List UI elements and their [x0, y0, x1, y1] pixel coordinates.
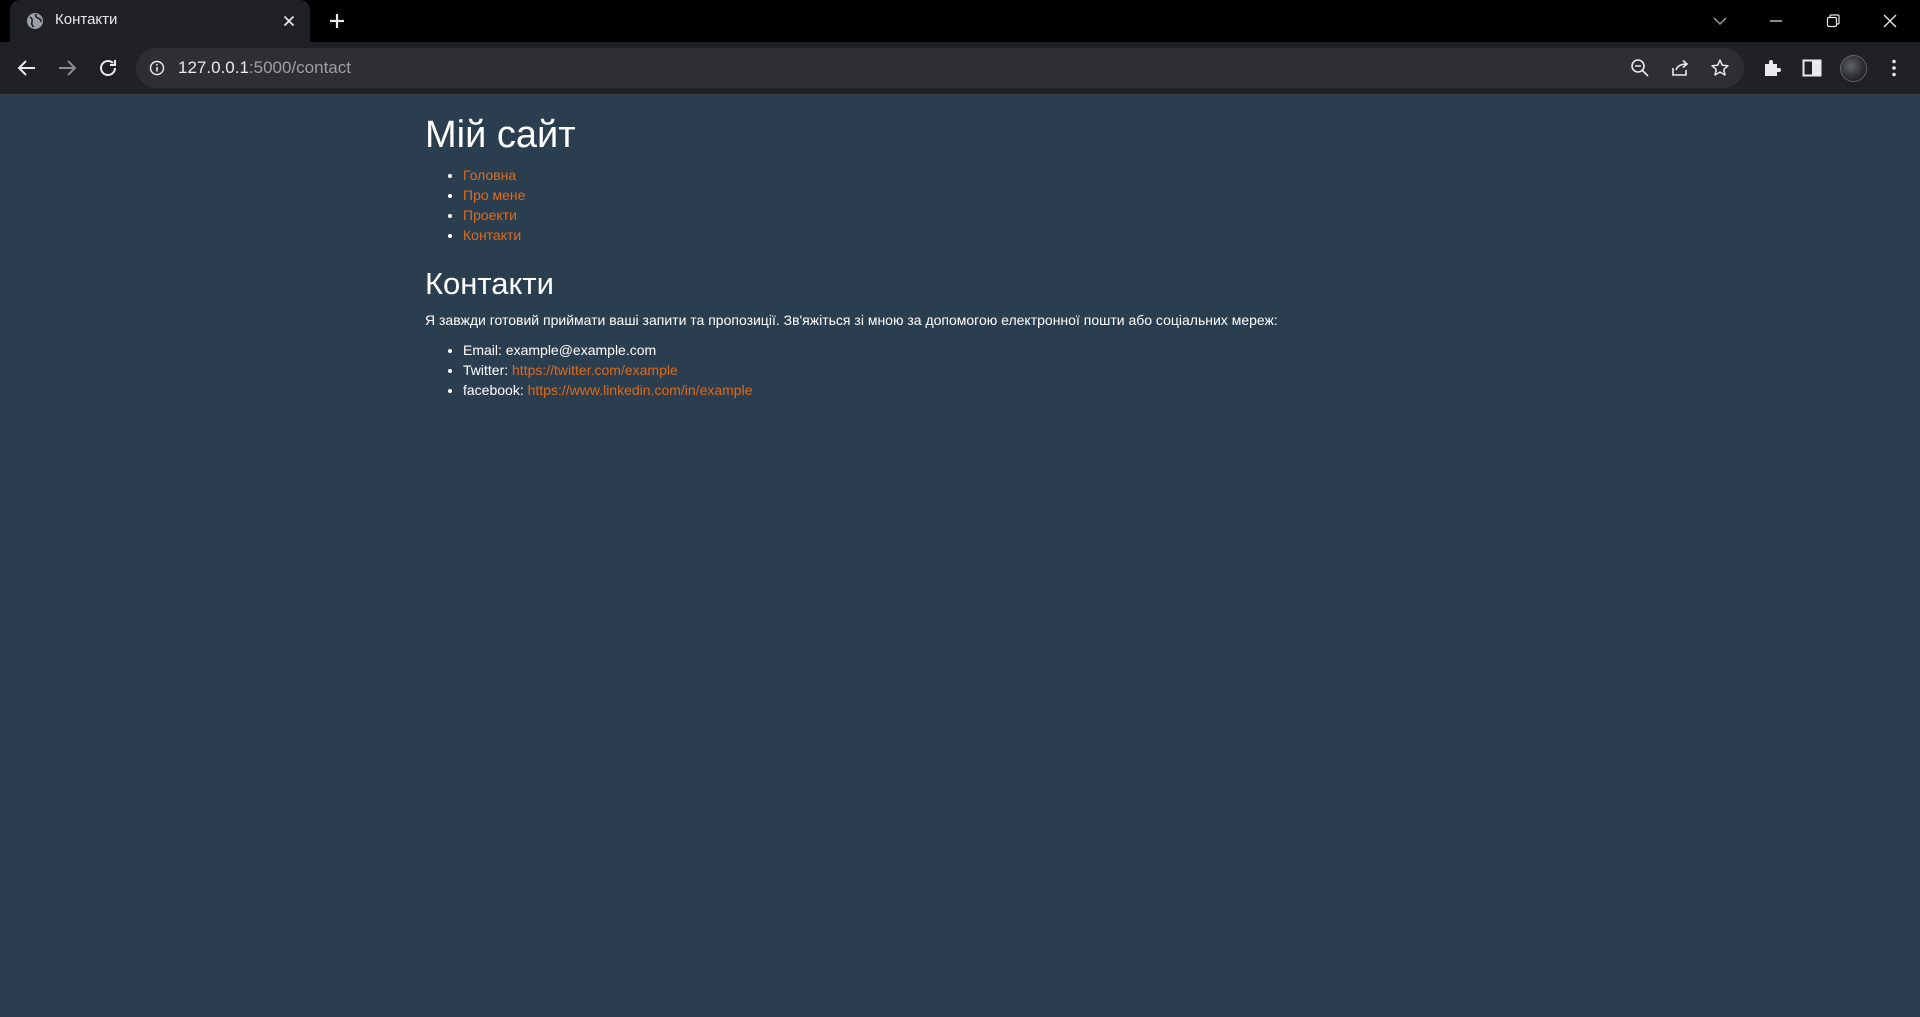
site-title: Мій сайт	[425, 114, 576, 156]
reload-icon[interactable]	[96, 56, 120, 80]
nav-link-projects[interactable]: Проекти	[463, 207, 517, 223]
nav-link-about[interactable]: Про мене	[463, 187, 525, 203]
zoom-out-icon[interactable]	[1630, 58, 1650, 78]
contact-label: facebook:	[463, 382, 524, 398]
restore-icon[interactable]	[1820, 8, 1846, 34]
nav-item-about: Про мене	[463, 185, 1495, 205]
contact-list: Email: example@example.com Twitter: http…	[425, 340, 1495, 400]
plus-icon[interactable]	[326, 10, 348, 32]
email-value: example@example.com	[505, 342, 657, 358]
contact-label: Twitter:	[463, 362, 509, 378]
close-window-icon[interactable]	[1877, 8, 1903, 34]
star-icon[interactable]	[1710, 58, 1730, 78]
contact-label: Email:	[463, 342, 502, 358]
browser-toolbar: 127.0.0.1:5000/contact	[0, 42, 1920, 95]
tab-strip: Контакти	[0, 0, 1920, 42]
nav-link-contact[interactable]: Контакти	[463, 227, 521, 243]
back-arrow-icon[interactable]	[15, 56, 39, 80]
page-content: Мій сайт Головна Про мене Проекти Контак…	[425, 113, 1495, 400]
browser-tab[interactable]: Контакти	[10, 0, 310, 42]
nav-item-home: Головна	[463, 165, 1495, 185]
puzzle-icon[interactable]	[1760, 56, 1784, 80]
page-heading: Контакти	[425, 266, 554, 301]
url-host: 127.0.0.1	[178, 58, 249, 77]
contact-item-email: Email: example@example.com	[463, 340, 1495, 360]
contact-item-facebook: facebook: https://www.linkedin.com/in/ex…	[463, 380, 1495, 400]
contact-item-twitter: Twitter: https://twitter.com/example	[463, 360, 1495, 380]
page-viewport: Мій сайт Головна Про мене Проекти Контак…	[0, 95, 1920, 1017]
nav-item-contact: Контакти	[463, 225, 1495, 245]
share-icon[interactable]	[1670, 58, 1690, 78]
kebab-menu-icon[interactable]	[1882, 56, 1906, 80]
chevron-down-icon[interactable]	[1707, 8, 1733, 34]
globe-icon	[26, 12, 44, 30]
avatar[interactable]	[1840, 55, 1867, 82]
info-icon[interactable]	[149, 60, 165, 76]
close-icon[interactable]	[281, 13, 297, 29]
tab-title: Контакти	[55, 11, 118, 28]
twitter-link[interactable]: https://twitter.com/example	[512, 362, 678, 378]
nav-item-projects: Проекти	[463, 205, 1495, 225]
address-bar[interactable]: 127.0.0.1:5000/contact	[136, 48, 1744, 88]
contact-intro: Я завжди готовий приймати ваші запити та…	[425, 312, 1278, 328]
nav-link-home[interactable]: Головна	[463, 167, 516, 183]
minimize-icon[interactable]	[1763, 8, 1789, 34]
url-path: :5000/contact	[248, 58, 351, 77]
url-text: 127.0.0.1:5000/contact	[178, 58, 351, 78]
forward-arrow-icon[interactable]	[55, 56, 79, 80]
side-panel-icon[interactable]	[1800, 56, 1824, 80]
facebook-link[interactable]: https://www.linkedin.com/in/example	[528, 382, 753, 398]
main-nav: Головна Про мене Проекти Контакти	[425, 165, 1495, 245]
